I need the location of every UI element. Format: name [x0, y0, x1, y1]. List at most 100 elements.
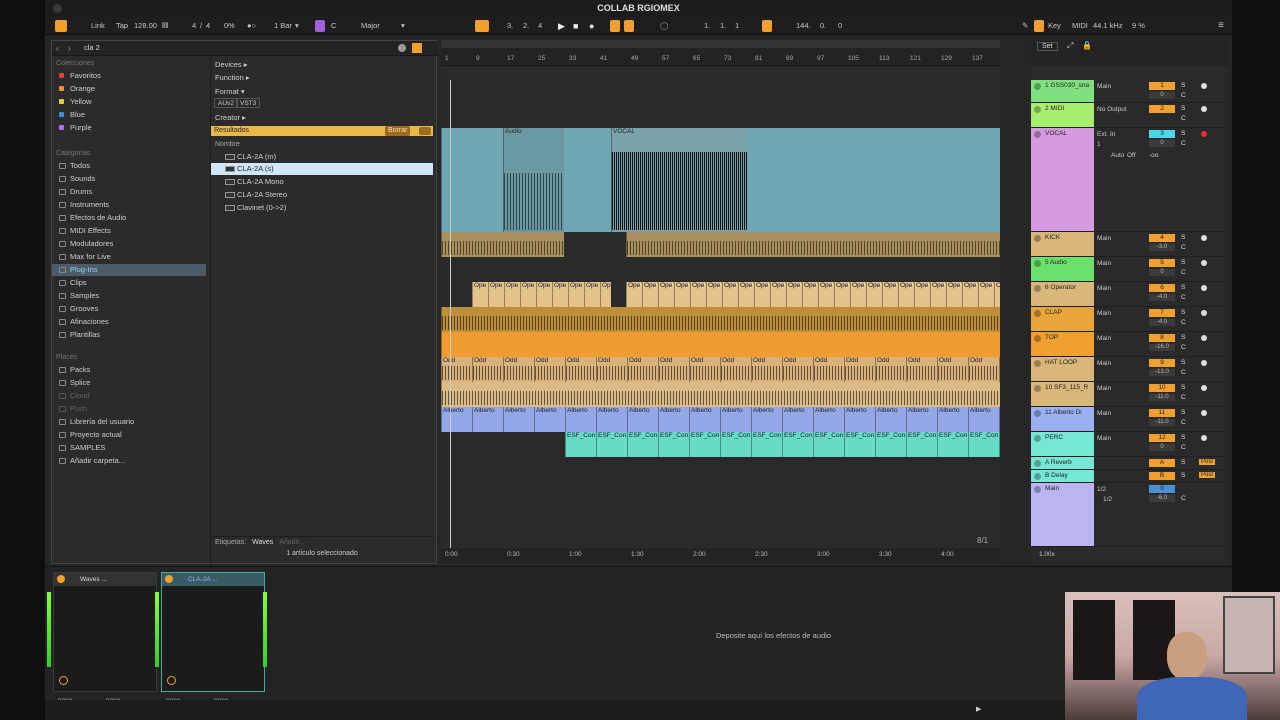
result-item[interactable]: CLA-2A (m)	[221, 151, 433, 163]
clip[interactable]: Alberto	[813, 407, 844, 432]
clip[interactable]: Alberto	[689, 407, 720, 432]
category-audio-effects[interactable]: Efectos de Audio	[56, 212, 206, 224]
time-ruler[interactable]: 0:000:301:001:302:002:303:003:304:004:30	[441, 548, 1000, 564]
close-dot-icon[interactable]	[53, 4, 62, 13]
clip[interactable]: Ope	[898, 282, 914, 307]
clip[interactable]: Ope	[600, 282, 611, 307]
solo-button[interactable]: S	[1181, 472, 1185, 479]
track-name[interactable]: 6 Operator	[1031, 282, 1094, 306]
clip[interactable]	[441, 307, 1000, 332]
clip[interactable]: ESF_Con	[720, 432, 751, 457]
clip[interactable]: Alberto	[782, 407, 813, 432]
track-lane[interactable]	[441, 457, 1000, 548]
results-toggle-icon[interactable]	[419, 127, 431, 135]
clip[interactable]: Odd	[844, 357, 875, 382]
volume-field[interactable]: -6.0	[1149, 495, 1175, 502]
clip[interactable]: Odd	[472, 357, 503, 382]
clip[interactable]: Ope	[472, 282, 488, 307]
menu-icon[interactable]	[55, 20, 67, 32]
clip[interactable]: Alberto	[441, 407, 472, 432]
track-lane[interactable]: OpeOpeOpeOpeOpeOpeOpeOpeOpeOpeOpeOpeOpeO…	[441, 282, 1000, 307]
pan-field[interactable]: C	[1181, 92, 1186, 99]
track-activator[interactable]: B	[1149, 472, 1175, 480]
clip[interactable]: ESF_Con	[937, 432, 968, 457]
clear-search-icon[interactable]	[398, 44, 406, 52]
clip[interactable]: ESF_Con	[999, 432, 1000, 457]
output-select[interactable]: Ext. In	[1097, 130, 1145, 140]
place-packs[interactable]: Packs	[56, 364, 206, 376]
track-name[interactable]: Main	[1031, 483, 1094, 546]
category-midi-effects[interactable]: MIDI Effects	[56, 225, 206, 237]
track-lane[interactable]	[441, 382, 1000, 407]
volume-field[interactable]: -4.0	[1149, 319, 1175, 326]
fold-icon[interactable]	[1034, 486, 1041, 493]
place-add-folder[interactable]: Añadir carpeta...	[56, 455, 206, 467]
clear-button[interactable]: Borrar	[385, 126, 411, 136]
solo-button[interactable]: S	[1181, 284, 1185, 291]
search-input[interactable]: cla 2	[84, 43, 100, 52]
collection-orange[interactable]: Orange	[56, 83, 206, 95]
track-name[interactable]: 11 Alberto Di	[1031, 407, 1094, 431]
category-sounds[interactable]: Sounds	[56, 173, 206, 185]
category-instruments[interactable]: Instruments	[56, 199, 206, 211]
loop-start-sixteenth[interactable]: 1	[735, 17, 739, 35]
play-mini-icon[interactable]: ▶	[976, 705, 981, 713]
track-activator[interactable]: 8	[1149, 334, 1175, 342]
fold-icon[interactable]	[1034, 410, 1041, 417]
clip[interactable]: Ope	[568, 282, 584, 307]
automation-arm-icon[interactable]	[624, 20, 634, 32]
volume-field[interactable]: -4.0	[1149, 294, 1175, 301]
track-header[interactable]: CLAP Main 7 -4.0 S C	[1031, 307, 1227, 332]
clip[interactable]: Odd	[565, 357, 596, 382]
format-tag-vst3[interactable]: VST3	[236, 98, 261, 108]
tag-waves[interactable]: Waves	[252, 539, 273, 546]
fold-icon[interactable]	[1034, 385, 1041, 392]
volume-field[interactable]: -13.0	[1149, 369, 1175, 376]
overview-strip[interactable]	[441, 40, 1000, 48]
track-name[interactable]: HAT LOOP	[1031, 357, 1094, 381]
clip[interactable]: Odd	[937, 357, 968, 382]
clip[interactable]: Odd	[782, 357, 813, 382]
track-activator[interactable]: 10	[1149, 384, 1175, 392]
clip[interactable]: Alberto	[503, 407, 534, 432]
track-lane[interactable]	[441, 332, 1000, 357]
loop-length-sixteenth[interactable]: 0	[838, 17, 842, 35]
position-beat[interactable]: 2.	[523, 17, 529, 35]
solo-button[interactable]: S	[1181, 384, 1185, 391]
pan-field[interactable]: C	[1181, 369, 1186, 376]
clip[interactable]: Odd	[627, 357, 658, 382]
clip[interactable]: Ope	[882, 282, 898, 307]
clip[interactable]: Alberto	[875, 407, 906, 432]
clip[interactable]: Ope	[850, 282, 866, 307]
volume-field[interactable]: -16.0	[1149, 344, 1175, 351]
clip[interactable]: Alberto	[906, 407, 937, 432]
pan-field[interactable]: C	[1181, 419, 1186, 426]
output-select[interactable]: Main	[1097, 259, 1145, 269]
place-samples[interactable]: SAMPLES	[56, 442, 206, 454]
track-lane[interactable]	[441, 307, 1000, 332]
clip[interactable]: Odd	[906, 357, 937, 382]
clip[interactable]: Ope	[642, 282, 658, 307]
record-arm-icon[interactable]	[1201, 106, 1207, 112]
pan-field[interactable]: C	[1181, 140, 1186, 147]
clip[interactable]: Ope	[658, 282, 674, 307]
place-current-project[interactable]: Proyecto actual	[56, 429, 206, 441]
arrangement-record-icon[interactable]	[610, 20, 620, 32]
output-select[interactable]: Main	[1097, 384, 1145, 394]
knob-icon[interactable]	[167, 676, 176, 685]
track-activator[interactable]: 4	[1149, 234, 1175, 242]
clip[interactable]: Odd	[875, 357, 906, 382]
clip[interactable]: Ope	[914, 282, 930, 307]
track-name[interactable]: 2 MIDI	[1031, 103, 1094, 127]
clip[interactable]: Ope	[674, 282, 690, 307]
solo-button[interactable]: S	[1181, 130, 1185, 137]
output-select[interactable]: Main	[1097, 309, 1145, 319]
collection-blue[interactable]: Blue	[56, 109, 206, 121]
draw-mode-icon[interactable]: ✎	[1022, 17, 1028, 35]
input-setting[interactable]: 1	[1097, 141, 1101, 148]
clip[interactable]: Odd	[999, 357, 1000, 382]
result-item-selected[interactable]: CLA-2A (s)	[211, 163, 433, 175]
track-lane[interactable]	[441, 103, 1000, 128]
category-max-for-live[interactable]: Max for Live	[56, 251, 206, 263]
clip[interactable]: ESF_Con	[596, 432, 627, 457]
